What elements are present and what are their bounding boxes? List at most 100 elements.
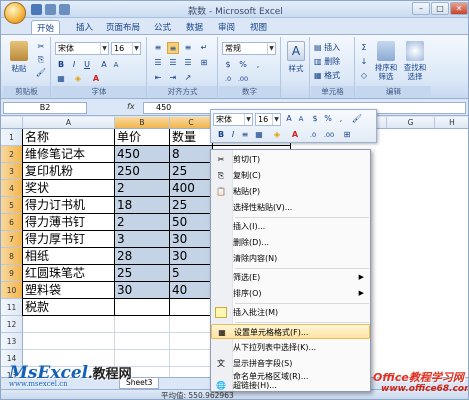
cell[interactable]: 2: [115, 214, 170, 231]
format-cells-button[interactable]: ▦ 格式: [314, 70, 340, 82]
font-name-combo[interactable]: 宋体 ▼: [55, 42, 109, 55]
cell[interactable]: 复印机粉: [23, 163, 115, 180]
tab-formulas[interactable]: 公式: [149, 20, 176, 34]
comma-icon[interactable]: ,: [252, 59, 264, 71]
align-right-icon[interactable]: ☰: [182, 57, 194, 69]
increase-decimal-icon[interactable]: .0: [222, 73, 234, 85]
mini-increase-decimal-icon[interactable]: .0: [307, 129, 319, 141]
menu-item-paste[interactable]: 📋 粘贴(P): [211, 184, 370, 199]
row-header[interactable]: 12: [1, 316, 23, 333]
cell[interactable]: 单价: [115, 129, 170, 146]
cell[interactable]: 3: [115, 231, 170, 248]
cell[interactable]: [170, 316, 213, 333]
mini-grow-font-icon[interactable]: A: [283, 113, 295, 125]
cell[interactable]: 8: [170, 146, 213, 163]
mini-decrease-decimal-icon[interactable]: .00: [323, 129, 335, 141]
cell[interactable]: 得力订书机: [23, 197, 115, 214]
format-painter-icon[interactable]: 🖌: [35, 67, 47, 79]
percent-icon[interactable]: %: [237, 59, 249, 71]
bold-button[interactable]: B: [55, 59, 67, 71]
menu-item-pick-from-list[interactable]: 从下拉列表中选择(K)...: [211, 340, 370, 355]
cell[interactable]: 名称: [23, 129, 115, 146]
col-header-h[interactable]: H: [435, 117, 468, 129]
cell[interactable]: 维修笔记本: [23, 146, 115, 163]
row-header[interactable]: 1: [1, 129, 23, 146]
col-header-g[interactable]: G: [387, 117, 435, 129]
menu-item-hyperlink[interactable]: 🌐 超链接(H)...: [211, 380, 370, 391]
sort-filter-button[interactable]: 排序和 筛选: [372, 41, 400, 83]
currency-icon[interactable]: $: [222, 59, 234, 71]
menu-item-sort[interactable]: 排序(O) ▶: [211, 286, 370, 301]
copy-icon[interactable]: ⎘: [35, 54, 47, 66]
align-left-icon[interactable]: ☰: [152, 57, 164, 69]
close-button[interactable]: ✕: [450, 2, 468, 15]
cell[interactable]: 25: [115, 265, 170, 282]
menu-item-copy[interactable]: ⎘ 复制(C): [211, 168, 370, 183]
cell[interactable]: 红圆珠笔芯: [23, 265, 115, 282]
cell[interactable]: [115, 333, 170, 350]
maximize-button[interactable]: □: [431, 2, 449, 15]
font-color-icon[interactable]: A: [90, 73, 102, 85]
name-box[interactable]: B2: [3, 102, 87, 114]
fx-icon[interactable]: fx: [127, 102, 135, 111]
cell[interactable]: [23, 333, 115, 350]
grow-font-icon[interactable]: A: [98, 59, 110, 71]
cell[interactable]: 25: [170, 197, 213, 214]
row-header[interactable]: 3: [1, 163, 23, 180]
menu-item-delete[interactable]: 删除(D)...: [211, 235, 370, 250]
cell[interactable]: 2: [115, 180, 170, 197]
menu-item-insert-comment[interactable]: 插入批注(M): [211, 305, 370, 320]
menu-item-clear-contents[interactable]: 清除内容(N): [211, 251, 370, 266]
paste-button[interactable]: 粘贴: [6, 41, 32, 83]
cell[interactable]: 数量: [170, 129, 213, 146]
fill-color-icon[interactable]: ◈: [72, 73, 84, 85]
row-header[interactable]: 4: [1, 180, 23, 197]
styles-button[interactable]: A 样式: [283, 41, 309, 83]
find-select-button[interactable]: 查找和 选择: [401, 41, 429, 83]
mini-font-combo[interactable]: 宋体 ▼: [213, 113, 253, 126]
cell[interactable]: 25: [170, 163, 213, 180]
row-header[interactable]: 6: [1, 214, 23, 231]
menu-item-paste-special[interactable]: 选择性粘贴(V)...: [211, 200, 370, 215]
row-header[interactable]: 10: [1, 282, 23, 299]
cell[interactable]: [115, 316, 170, 333]
decrease-indent-icon[interactable]: ⇤: [152, 72, 164, 84]
menu-item-format-cells[interactable]: ▦ 设置单元格格式(F)...: [211, 324, 370, 339]
insert-cells-button[interactable]: ▤ 插入: [314, 42, 340, 54]
cell[interactable]: 得力薄书钉: [23, 214, 115, 231]
tab-review[interactable]: 审阅: [213, 20, 240, 34]
cell[interactable]: 税款: [23, 299, 115, 316]
cell[interactable]: 塑料袋: [23, 282, 115, 299]
mini-percent-icon[interactable]: %: [322, 113, 334, 125]
cell[interactable]: 得力厚书钉: [23, 231, 115, 248]
office-button[interactable]: [4, 2, 26, 24]
underline-button[interactable]: U: [81, 59, 93, 71]
merge-cells-icon[interactable]: ⊞: [198, 57, 210, 69]
col-header-b[interactable]: B: [115, 117, 170, 129]
col-header-c[interactable]: C: [170, 117, 213, 129]
cell[interactable]: 30: [115, 282, 170, 299]
cell[interactable]: [170, 350, 213, 367]
tab-data[interactable]: 数据: [181, 20, 208, 34]
mini-merge-icon[interactable]: ⊞: [341, 129, 353, 141]
align-top-icon[interactable]: ≡: [152, 42, 164, 54]
cell[interactable]: 450: [115, 146, 170, 163]
cell[interactable]: 5: [170, 265, 213, 282]
row-header[interactable]: 2: [1, 146, 23, 163]
cell[interactable]: [115, 299, 170, 316]
clear-icon[interactable]: ◇: [358, 70, 370, 82]
tab-view[interactable]: 视图: [245, 20, 272, 34]
mini-size-combo[interactable]: 16 ▼: [255, 113, 281, 126]
fill-icon[interactable]: ↓: [358, 56, 370, 68]
row-header[interactable]: 13: [1, 333, 23, 350]
italic-button[interactable]: I: [68, 59, 80, 71]
align-center-icon[interactable]: ☰: [167, 57, 179, 69]
autosum-icon[interactable]: Σ: [358, 42, 370, 54]
mini-bold-button[interactable]: B: [215, 129, 227, 141]
cell[interactable]: 奖状: [23, 180, 115, 197]
align-middle-icon[interactable]: ≡: [167, 42, 179, 54]
minimize-button[interactable]: –: [412, 2, 430, 15]
col-header-a[interactable]: A: [23, 117, 115, 129]
cell[interactable]: 18: [115, 197, 170, 214]
number-format-combo[interactable]: 常规 ▼: [222, 42, 276, 55]
